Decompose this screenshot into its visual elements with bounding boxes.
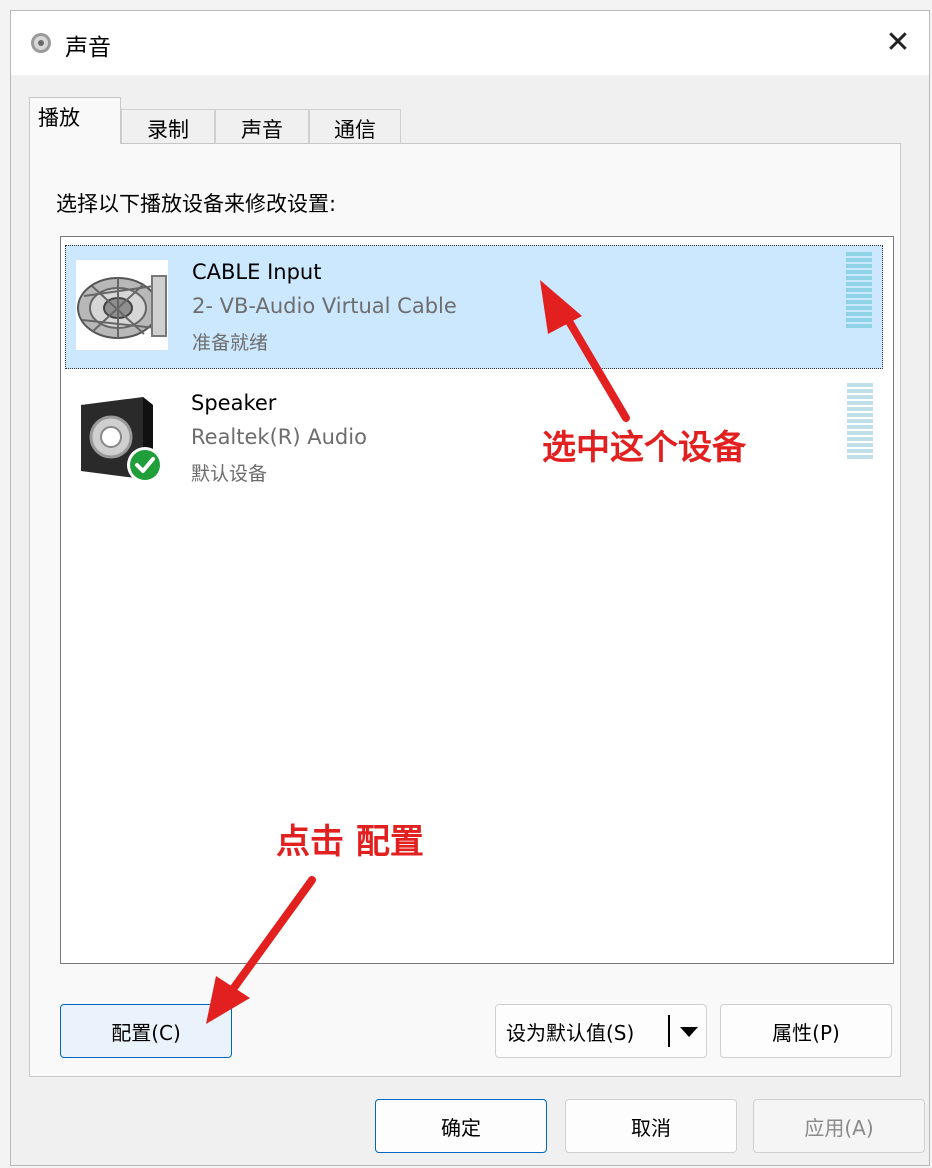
close-button[interactable]: ✕: [867, 11, 929, 73]
volume-meter: [847, 383, 873, 463]
device-name: CABLE Input: [192, 260, 322, 284]
speaker-icon: [31, 33, 51, 53]
close-icon: ✕: [885, 24, 911, 60]
set-default-button[interactable]: 设为默认值(S): [495, 1004, 707, 1058]
device-status: 默认设备: [191, 463, 268, 485]
window-title: 声音: [65, 35, 111, 61]
annotation-select-device: 选中这个设备: [542, 428, 746, 468]
instruction-text: 选择以下播放设备来修改设置:: [56, 192, 337, 216]
device-item-cable-input[interactable]: CABLE Input 2- VB-Audio Virtual Cable 准备…: [65, 245, 883, 369]
apply-button[interactable]: 应用(A): [753, 1099, 925, 1153]
button-label: 配置(C): [111, 1020, 181, 1045]
button-label: 设为默认值(S): [506, 1020, 635, 1045]
split-divider: [668, 1015, 670, 1047]
device-description: 2- VB-Audio Virtual Cable: [192, 294, 457, 318]
ok-button[interactable]: 确定: [375, 1099, 547, 1153]
tab-label: 录制: [147, 118, 189, 142]
button-label: 确定: [441, 1115, 481, 1140]
chevron-down-icon[interactable]: [680, 1027, 698, 1037]
volume-meter: [846, 252, 872, 332]
playback-panel: 选择以下播放设备来修改设置: CABLE Input 2- VB-Audio V…: [29, 143, 901, 1077]
speaker-icon: [81, 397, 163, 483]
title-bar: 声音 ✕: [11, 11, 929, 75]
device-description: Realtek(R) Audio: [191, 425, 367, 449]
configure-button[interactable]: 配置(C): [60, 1004, 232, 1058]
button-label: 属性(P): [772, 1020, 840, 1045]
device-list: CABLE Input 2- VB-Audio Virtual Cable 准备…: [60, 236, 894, 964]
tab-sounds[interactable]: 声音: [215, 109, 309, 143]
cancel-button[interactable]: 取消: [565, 1099, 737, 1153]
tab-communications[interactable]: 通信: [309, 109, 401, 143]
tab-label: 播放: [38, 106, 80, 130]
sound-dialog: 声音 ✕ 播放 录制 声音 通信 选择以下播放设备来修改设置: CABLE In…: [10, 10, 930, 1166]
device-status: 准备就绪: [192, 332, 269, 354]
tab-label: 通信: [334, 118, 376, 142]
annotation-click-configure: 点击 配置: [276, 822, 424, 862]
tab-recording[interactable]: 录制: [121, 109, 215, 143]
button-label: 应用(A): [804, 1115, 874, 1140]
virtual-cable-icon: [76, 260, 168, 350]
tab-playback[interactable]: 播放: [29, 97, 121, 144]
button-label: 取消: [631, 1115, 671, 1140]
device-name: Speaker: [191, 391, 277, 415]
tab-label: 声音: [241, 118, 283, 142]
properties-button[interactable]: 属性(P): [720, 1004, 892, 1058]
device-item-speaker[interactable]: Speaker Realtek(R) Audio 默认设备: [65, 377, 883, 501]
